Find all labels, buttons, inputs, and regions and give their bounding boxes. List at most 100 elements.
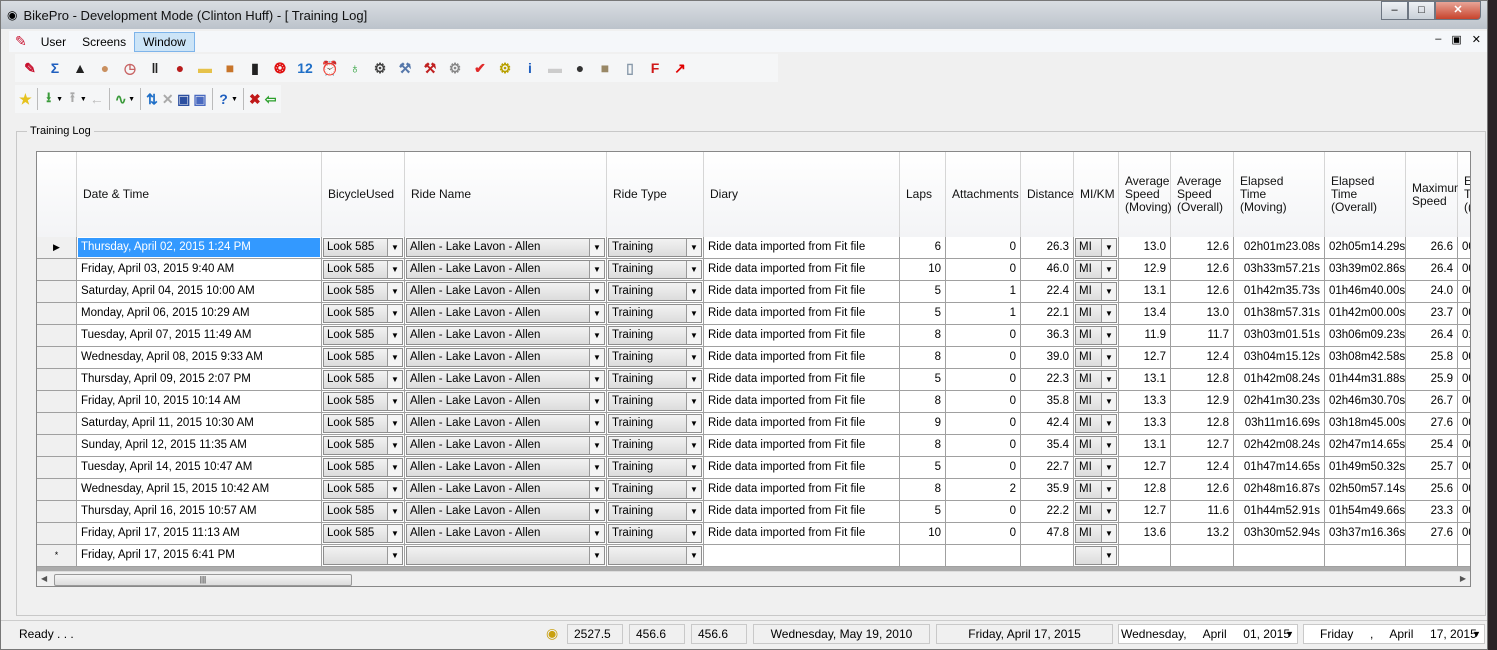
chevron-down-icon[interactable]: ▼ [387, 283, 402, 300]
chevron-down-icon[interactable]: ▼ [1101, 503, 1116, 520]
dropdown[interactable]: Training ▼ [608, 348, 702, 367]
grid-combo-cell[interactable]: Training ▼ [607, 259, 704, 281]
grid-cell[interactable]: Tuesday, April 07, 2015 11:49 AM [77, 325, 322, 347]
chevron-down-icon[interactable]: ▼ [589, 393, 604, 410]
column-header[interactable]: Average Speed (Moving) [1119, 152, 1172, 237]
column-header[interactable]: Ride Name [405, 152, 607, 237]
column-header[interactable]: Attachments [946, 152, 1021, 237]
grid-cell[interactable]: 42.4 [1021, 413, 1074, 435]
dropdown[interactable]: ▼ [406, 546, 605, 565]
grid-cell[interactable]: 35.9 [1021, 479, 1074, 501]
dropdown[interactable]: Training ▼ [608, 326, 702, 345]
row-header[interactable] [37, 435, 77, 457]
chevron-down-icon[interactable]: ▼ [1101, 239, 1116, 256]
chevron-down-icon[interactable]: ▼ [589, 503, 604, 520]
mdi-close-button[interactable]: ✕ [1472, 33, 1481, 46]
row-header[interactable]: * [37, 545, 77, 567]
grid-cell[interactable]: 13.3 [1119, 391, 1171, 413]
chevron-down-icon[interactable]: ▼ [686, 393, 701, 410]
grid-cell[interactable]: 22.1 [1021, 303, 1074, 325]
calendar-12-button[interactable]: 12 [294, 57, 316, 79]
grid-cell[interactable]: 8 [900, 325, 946, 347]
chevron-down-icon[interactable]: ▼ [589, 305, 604, 322]
grid-cell[interactable]: 12.6 [1171, 237, 1234, 259]
grid-cell[interactable]: Monday, April 06, 2015 10:29 AM [77, 303, 322, 325]
column-header[interactable]: Elapsed Time (Overall) [1325, 152, 1406, 237]
grid-combo-cell[interactable]: Look 585 ▼ [322, 237, 405, 259]
grid-cell[interactable]: 5 [900, 281, 946, 303]
chevron-down-icon[interactable]: ▼ [387, 415, 402, 432]
grid-cell[interactable]: Friday, April 17, 2015 11:13 AM [77, 523, 322, 545]
row-header[interactable] [37, 413, 77, 435]
chevron-down-icon[interactable]: ▼ [1101, 393, 1116, 410]
row-header[interactable] [37, 369, 77, 391]
column-header[interactable]: Elapsed Time (Moving) [1234, 152, 1325, 237]
column-header[interactable]: Diary [704, 152, 900, 237]
graph-button[interactable]: ∿ [114, 88, 127, 110]
grid-cell[interactable]: 10 [900, 523, 946, 545]
grid-combo-cell[interactable]: Training ▼ [607, 413, 704, 435]
grid-cell[interactable]: 35.4 [1021, 435, 1074, 457]
grid-cell[interactable]: 25.8 [1406, 347, 1458, 369]
dropdown[interactable]: MI ▼ [1075, 480, 1117, 499]
cancel-button[interactable]: ✖ [248, 88, 261, 110]
chevron-down-icon[interactable]: ▼ [589, 349, 604, 366]
grid-cell[interactable]: 03h18m45.00s [1325, 413, 1406, 435]
grid-combo-cell[interactable]: Allen - Lake Lavon - Allen ▼ [405, 413, 607, 435]
grid-cell[interactable]: 12.8 [1171, 413, 1234, 435]
garmin-device-button[interactable]: ▯ [619, 57, 641, 79]
dropdown[interactable]: Training ▼ [608, 238, 702, 257]
grid-combo-cell[interactable]: MI ▼ [1074, 413, 1119, 435]
grid-cell[interactable]: 22.2 [1021, 501, 1074, 523]
grid-combo-cell[interactable]: Allen - Lake Lavon - Allen ▼ [405, 259, 607, 281]
chevron-down-icon[interactable]: ▼ [686, 503, 701, 520]
dropdown[interactable]: Allen - Lake Lavon - Allen ▼ [406, 524, 605, 543]
bicycle-button[interactable]: ♁ [344, 57, 366, 79]
menu-user[interactable]: User [33, 33, 74, 51]
to-date-picker[interactable]: Friday , April 17, 2015 ▼ [1303, 624, 1485, 644]
checkmark-button[interactable]: ✔ [469, 57, 491, 79]
chevron-down-icon[interactable]: ▼ [686, 525, 701, 542]
grid-cell[interactable]: 00 [1458, 457, 1470, 479]
grid-combo-cell[interactable]: Allen - Lake Lavon - Allen ▼ [405, 501, 607, 523]
maximize-button[interactable]: □ [1408, 1, 1435, 20]
grid-cell[interactable]: 5 [900, 369, 946, 391]
grid-cell[interactable]: 27.6 [1406, 523, 1458, 545]
grid-cell[interactable]: 25.9 [1406, 369, 1458, 391]
grid-cell[interactable]: 00 [1458, 259, 1470, 281]
export-button[interactable]: ⭱ [66, 88, 79, 110]
grid-cell[interactable]: 9 [900, 413, 946, 435]
grid-cell[interactable]: 01h38m57.31s [1234, 303, 1325, 325]
grid-cell[interactable]: 8 [900, 347, 946, 369]
grid-combo-cell[interactable]: Look 585 ▼ [322, 457, 405, 479]
grid-cell[interactable]: 02h48m16.87s [1234, 479, 1325, 501]
grid-cell[interactable]: 0 [946, 391, 1021, 413]
grid-cell[interactable]: 03h06m09.23s [1325, 325, 1406, 347]
grid-cell[interactable]: 36.3 [1021, 325, 1074, 347]
dropdown[interactable]: Training ▼ [608, 260, 702, 279]
dropdown[interactable]: Training ▼ [608, 480, 702, 499]
chevron-down-icon[interactable]: ▼ [387, 437, 402, 454]
grid-cell[interactable]: Ride data imported from Fit file [704, 237, 900, 259]
dropdown[interactable]: Training ▼ [608, 392, 702, 411]
grid-combo-cell[interactable]: Training ▼ [607, 501, 704, 523]
chevron-down-icon[interactable]: ▼ [1101, 371, 1116, 388]
scroll-left-icon[interactable]: ◀ [41, 574, 47, 583]
grid-cell[interactable]: Ride data imported from Fit file [704, 479, 900, 501]
grid-cell[interactable]: 12.4 [1171, 347, 1234, 369]
grid-cell[interactable]: 25.7 [1406, 457, 1458, 479]
grid-combo-cell[interactable]: Look 585 ▼ [322, 259, 405, 281]
chevron-down-icon[interactable]: ▼ [1101, 327, 1116, 344]
grid-cell[interactable]: 5 [900, 303, 946, 325]
grid-cell[interactable]: Wednesday, April 15, 2015 10:42 AM [77, 479, 322, 501]
grid-cell[interactable]: 13.1 [1119, 369, 1171, 391]
grid-cell[interactable]: 2 [946, 479, 1021, 501]
row-header[interactable] [37, 391, 77, 413]
gears-button[interactable]: ⚙ [494, 57, 516, 79]
refresh-button[interactable]: ⇅ [146, 88, 159, 110]
dropdown[interactable]: Training ▼ [608, 436, 702, 455]
grid-combo-cell[interactable]: Training ▼ [607, 369, 704, 391]
chevron-down-icon[interactable]: ▼ [589, 459, 604, 476]
grid-combo-cell[interactable]: MI ▼ [1074, 303, 1119, 325]
dropdown[interactable]: Training ▼ [608, 304, 702, 323]
